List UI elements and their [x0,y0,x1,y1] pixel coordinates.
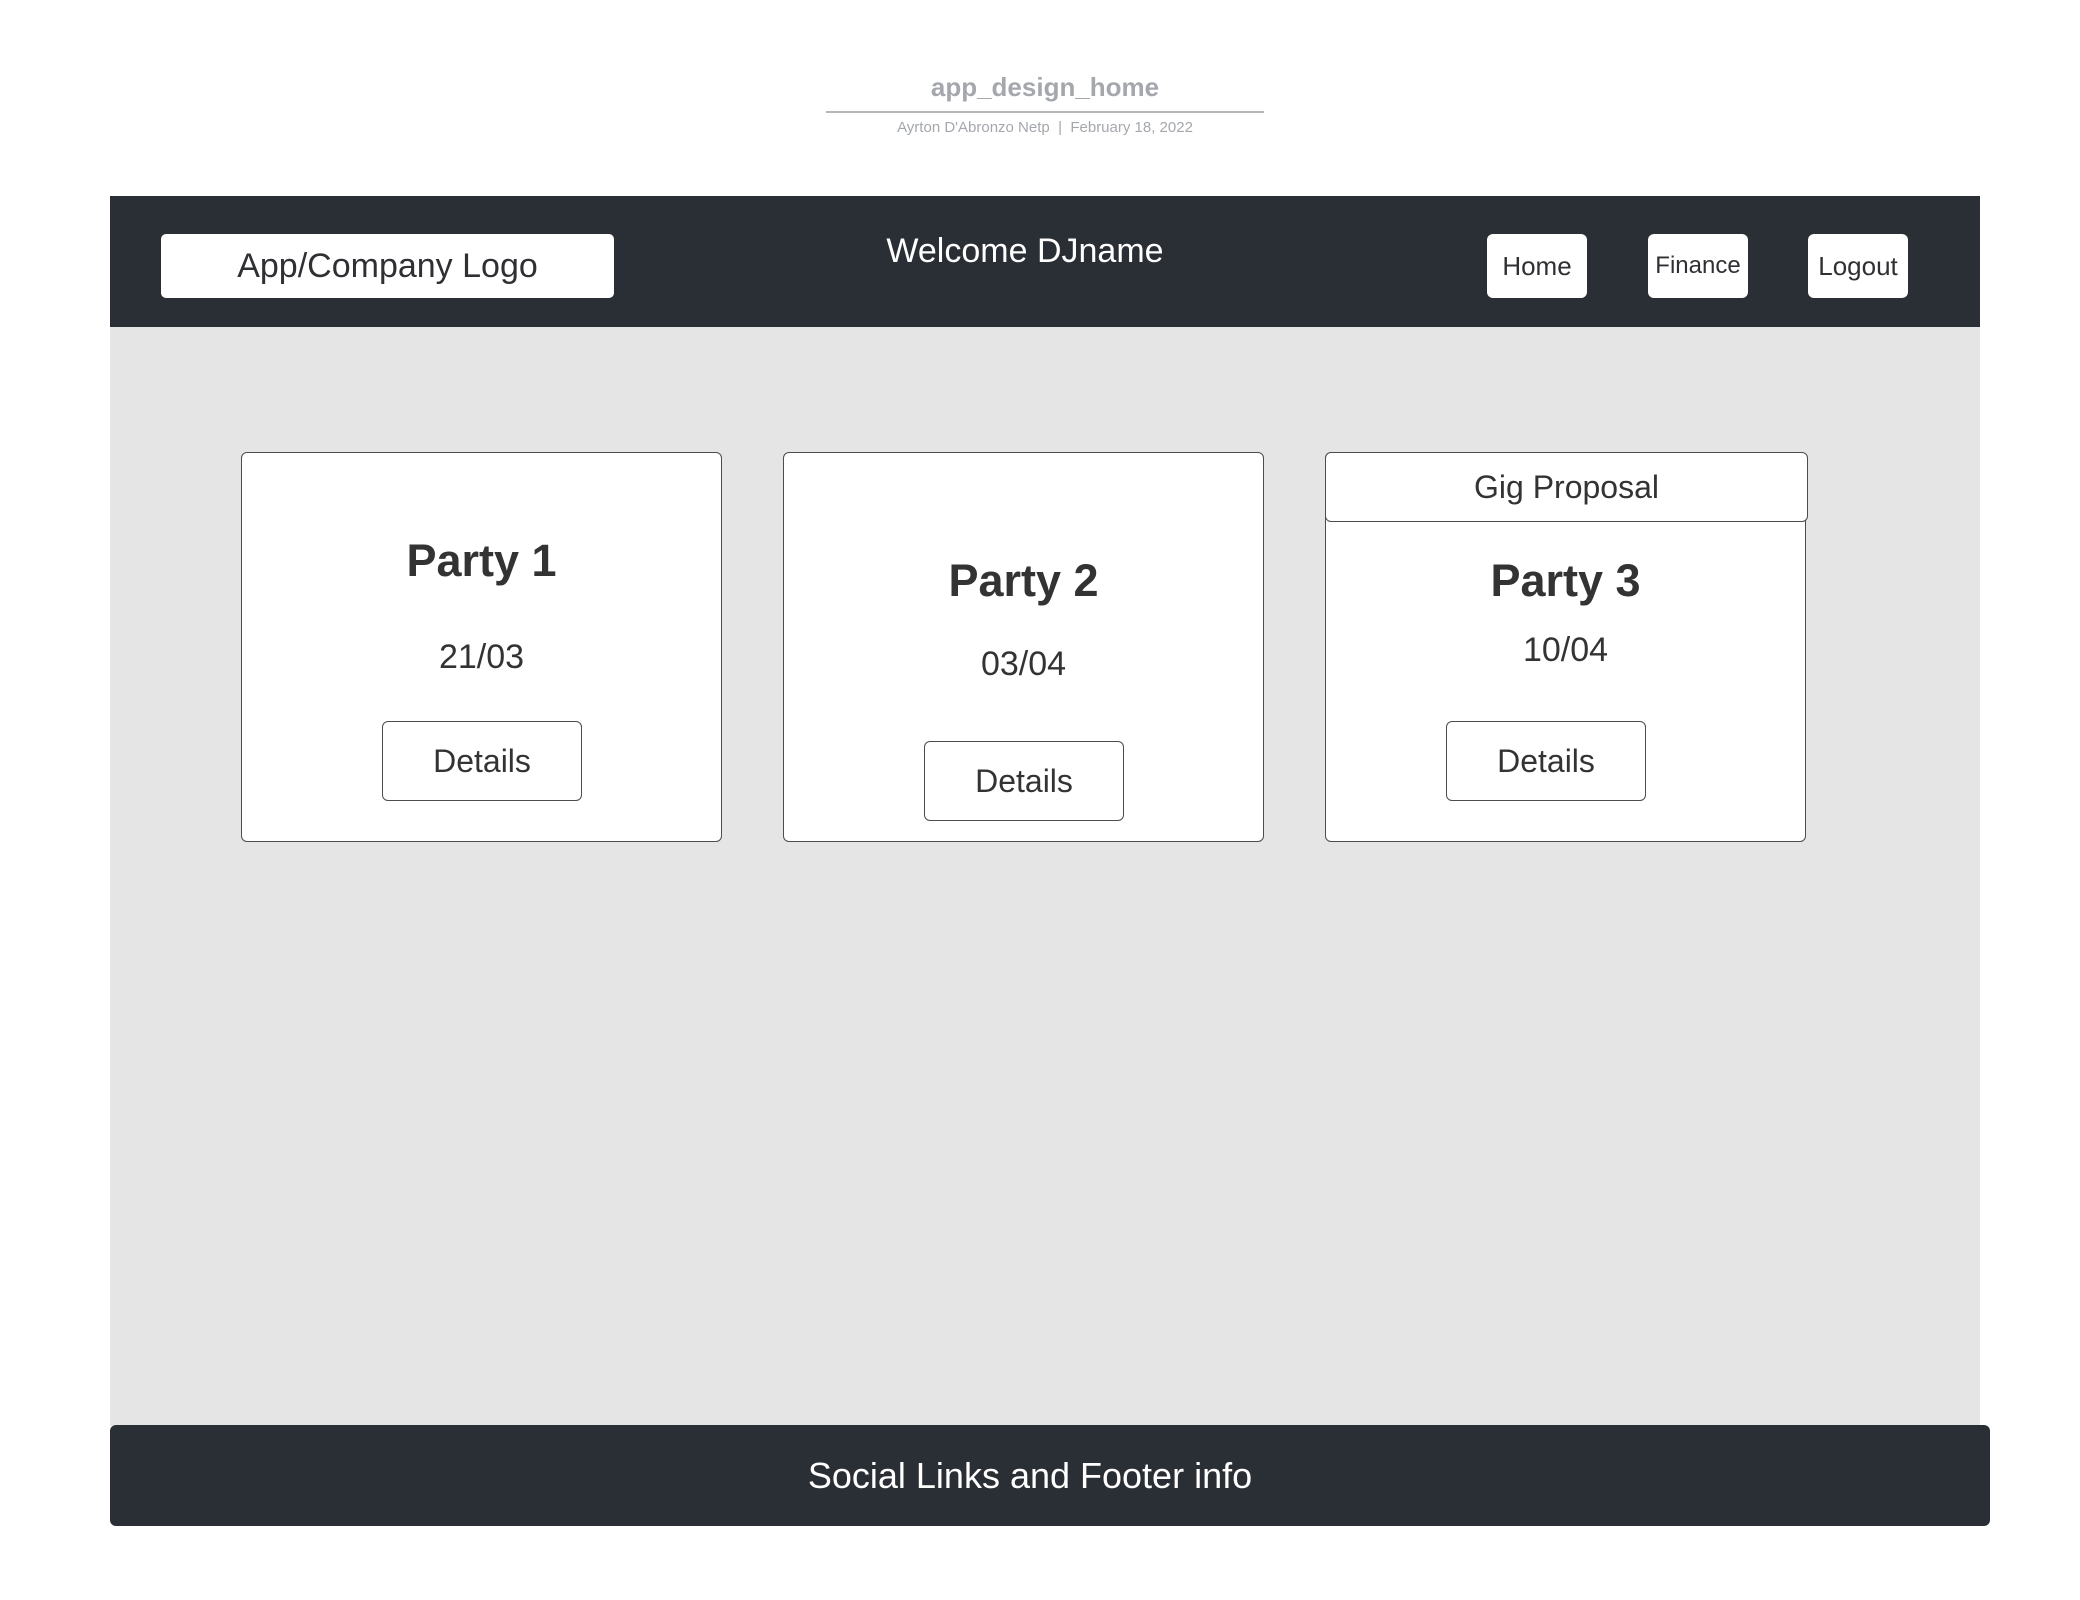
diagram-meta: Ayrton D'Abronzo Netp | February 18, 202… [826,119,1264,136]
company-logo[interactable]: App/Company Logo [161,234,614,298]
nav-home-button[interactable]: Home [1487,234,1587,298]
party-card-1: Party 1 21/03 Details [241,452,722,842]
welcome-message: Welcome DJname [886,232,1164,270]
party-date: 03/04 [980,645,1067,683]
nav-finance-button[interactable]: Finance [1648,234,1748,298]
document-date: February 18, 2022 [1070,119,1193,136]
footer-text: Social Links and Footer info [807,1454,1253,1496]
party-details-button[interactable]: Details [924,741,1124,821]
party-date: 21/03 [438,638,525,676]
party-date: 10/04 [1522,631,1609,669]
author-name: Ayrton D'Abronzo Netp [897,119,1050,136]
party-title: Party 3 [1490,555,1641,606]
nav-logout-button[interactable]: Logout [1808,234,1908,298]
party-details-button[interactable]: Details [1446,721,1646,801]
gig-proposal-button[interactable]: Gig Proposal [1325,452,1808,522]
party-title: Party 1 [406,535,557,586]
party-card-3: Gig Proposal Party 3 10/04 Details [1325,452,1808,842]
diagram-title: app_design_home [930,72,1160,102]
party-title: Party 2 [948,555,1099,606]
app-footer: Social Links and Footer info [110,1425,1990,1526]
title-divider [826,111,1264,113]
meta-separator: | [1058,119,1062,136]
party-details-button[interactable]: Details [382,721,582,801]
party-card-2: Party 2 03/04 Details [783,452,1264,842]
